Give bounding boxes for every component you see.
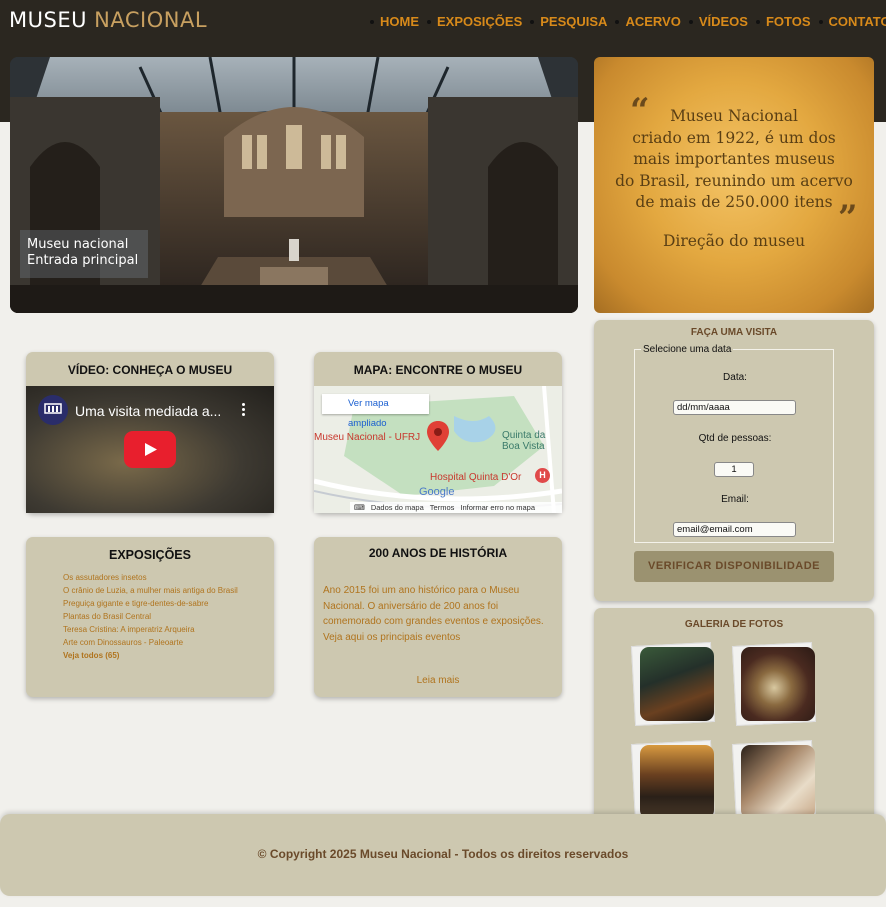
quote-line: criado em 1922, é um dos xyxy=(632,128,836,147)
video-card: VÍDEO: CONHEÇA O MUSEU Uma visita mediad… xyxy=(26,352,274,513)
map-report-link[interactable]: Informar erro no mapa xyxy=(460,502,535,513)
nav-contato[interactable]: CONTATO xyxy=(829,13,886,31)
quote-text: Museu Nacional criado em 1922, é um dos … xyxy=(614,106,854,214)
map-label-quinta-line1: Quinta da xyxy=(502,430,546,441)
embedded-map[interactable]: Ver mapa ampliado Museu Nacional - UFRJ … xyxy=(314,386,562,513)
nav-bullet xyxy=(755,20,760,24)
fieldset-legend: Selecione uma data xyxy=(643,344,732,355)
gallery-card: GALERIA DE FOTOS xyxy=(594,608,874,830)
exhibition-link[interactable]: Plantas do Brasil Central xyxy=(63,610,238,623)
gallery-photo-2[interactable] xyxy=(731,640,818,727)
map-terms-link[interactable]: Termos xyxy=(430,502,455,513)
exhibition-link[interactable]: Teresa Cristina: A imperatriz Arqueira xyxy=(63,623,238,636)
map-card-title: MAPA: ENCONTRE O MUSEU xyxy=(353,363,523,377)
nav-home[interactable]: HOME xyxy=(380,13,419,31)
hero-image: Museu nacional Entrada principal xyxy=(10,57,578,313)
history-title: 200 ANOS DE HISTÓRIA xyxy=(368,546,508,560)
nav-bullet xyxy=(818,20,823,24)
exhibition-link[interactable]: Os assutadores insetos xyxy=(63,571,238,584)
gallery-image-exhibit-hall xyxy=(640,647,714,721)
date-fieldset: Selecione uma data Data: dd/mm/aaaa Qtd … xyxy=(634,344,834,543)
email-input[interactable]: email@email.com xyxy=(673,522,796,537)
people-input[interactable]: 1 xyxy=(714,462,754,477)
hero-caption-title: Museu nacional xyxy=(27,237,129,252)
map-label-quinta-line2: Boa Vista xyxy=(502,441,545,452)
history-text: Ano 2015 foi um ano histórico para o Mus… xyxy=(323,585,544,643)
read-more-link[interactable]: Leia mais xyxy=(314,675,562,686)
more-options-icon[interactable] xyxy=(242,403,246,416)
check-availability-button[interactable]: VERIFICAR DISPONIBILIDADE xyxy=(634,551,834,582)
people-label: Qtd de pessoas: xyxy=(698,433,772,444)
video-player[interactable]: Uma visita mediada a... xyxy=(26,386,274,513)
nav-bullet xyxy=(688,20,693,24)
nav-bullet xyxy=(530,20,535,24)
gallery-image-dress xyxy=(741,647,815,721)
site-logo[interactable]: MUSEU NACIONAL xyxy=(9,8,207,32)
visit-form-card: FAÇA UMA VISITA Selecione uma data Data:… xyxy=(594,320,874,601)
nav-bullet xyxy=(370,20,374,24)
map-footer: ⌨ Dados do mapa Termos Informar erro no … xyxy=(350,502,562,513)
main-nav: HOME EXPOSIÇÕES PESQUISA ACERVO VÍDEOS F… xyxy=(366,13,886,31)
exhibition-link[interactable]: O crânio de Luzia, a mulher mais antiga … xyxy=(63,584,238,597)
nav-bullet xyxy=(615,20,620,24)
hero-caption-subtitle: Entrada principal xyxy=(27,253,139,268)
exhibitions-card: EXPOSIÇÕES Os assutadores insetos O crân… xyxy=(26,537,274,697)
enlarge-map-link[interactable]: Ver mapa ampliado xyxy=(322,394,429,429)
gallery-title: GALERIA DE FOTOS xyxy=(684,619,784,630)
quote-line: de mais de 250.000 itens xyxy=(635,193,833,211)
email-label: Email: xyxy=(721,494,749,505)
nav-fotos[interactable]: FOTOS xyxy=(766,13,811,31)
museum-logo-icon xyxy=(44,403,62,414)
exhibitions-title: EXPOSIÇÕES xyxy=(109,548,191,562)
map-card: MAPA: ENCONTRE O MUSEU Ver mapa ampliado… xyxy=(314,352,562,513)
play-button[interactable] xyxy=(124,431,176,468)
quote-line: do Brasil, reunindo um acervo xyxy=(615,171,853,190)
play-icon xyxy=(145,443,157,456)
gallery-photo-4[interactable] xyxy=(731,738,818,825)
gallery-image-room xyxy=(741,745,815,819)
date-input[interactable]: dd/mm/aaaa xyxy=(673,400,796,415)
video-card-title: VÍDEO: CONHEÇA O MUSEU xyxy=(67,363,233,377)
nav-exposicoes[interactable]: EXPOSIÇÕES xyxy=(437,13,522,31)
see-all-exhibitions-link[interactable]: Veja todos (65) xyxy=(63,649,238,662)
nav-videos[interactable]: VÍDEOS xyxy=(699,13,748,31)
quote-author: Direção do museu xyxy=(662,232,806,250)
quote-panel: “ Museu Nacional criado em 1922, é um do… xyxy=(594,57,874,313)
date-label: Data: xyxy=(723,372,747,383)
gallery-image-showcase xyxy=(640,745,714,819)
nav-bullet xyxy=(427,20,431,24)
location-pin-icon[interactable] xyxy=(427,421,449,451)
copyright-text: © Copyright 2025 Museu Nacional - Todos … xyxy=(257,847,629,861)
logo-text-nacional: NACIONAL xyxy=(94,8,208,32)
map-label-museum: Museu Nacional - UFRJ xyxy=(314,432,421,443)
video-title[interactable]: Uma visita mediada a... xyxy=(75,403,221,419)
exhibition-link[interactable]: Arte com Dinossauros - Paleoarte xyxy=(63,636,238,649)
keyboard-icon[interactable]: ⌨ xyxy=(354,502,365,513)
exhibitions-list: Os assutadores insetos O crânio de Luzia… xyxy=(63,571,238,662)
map-label-quinta: Quinta da Boa Vista xyxy=(502,430,545,452)
logo-text-museu: MUSEU xyxy=(9,8,87,32)
hospital-icon[interactable]: H xyxy=(535,468,550,483)
visit-form-title: FAÇA UMA VISITA xyxy=(690,327,778,338)
google-logo: Google xyxy=(419,486,455,498)
channel-avatar[interactable] xyxy=(38,395,68,425)
nav-acervo[interactable]: ACERVO xyxy=(625,13,680,31)
gallery-photo-3[interactable] xyxy=(630,738,717,825)
exhibition-link[interactable]: Preguiça gigante e tigre-dentes-de-sabre xyxy=(63,597,238,610)
quote-line: Museu Nacional xyxy=(670,107,798,125)
map-label-hospital: Hospital Quinta D'Or xyxy=(430,472,522,483)
map-data-link[interactable]: Dados do mapa xyxy=(371,502,424,513)
quote-line: mais importantes museus xyxy=(633,150,835,168)
history-card: 200 ANOS DE HISTÓRIA Ano 2015 foi um ano… xyxy=(314,537,562,697)
gallery-photo-1[interactable] xyxy=(630,640,717,727)
nav-pesquisa[interactable]: PESQUISA xyxy=(540,13,607,31)
hero-caption: Museu nacional Entrada principal xyxy=(20,230,148,278)
site-footer: © Copyright 2025 Museu Nacional - Todos … xyxy=(0,814,886,896)
